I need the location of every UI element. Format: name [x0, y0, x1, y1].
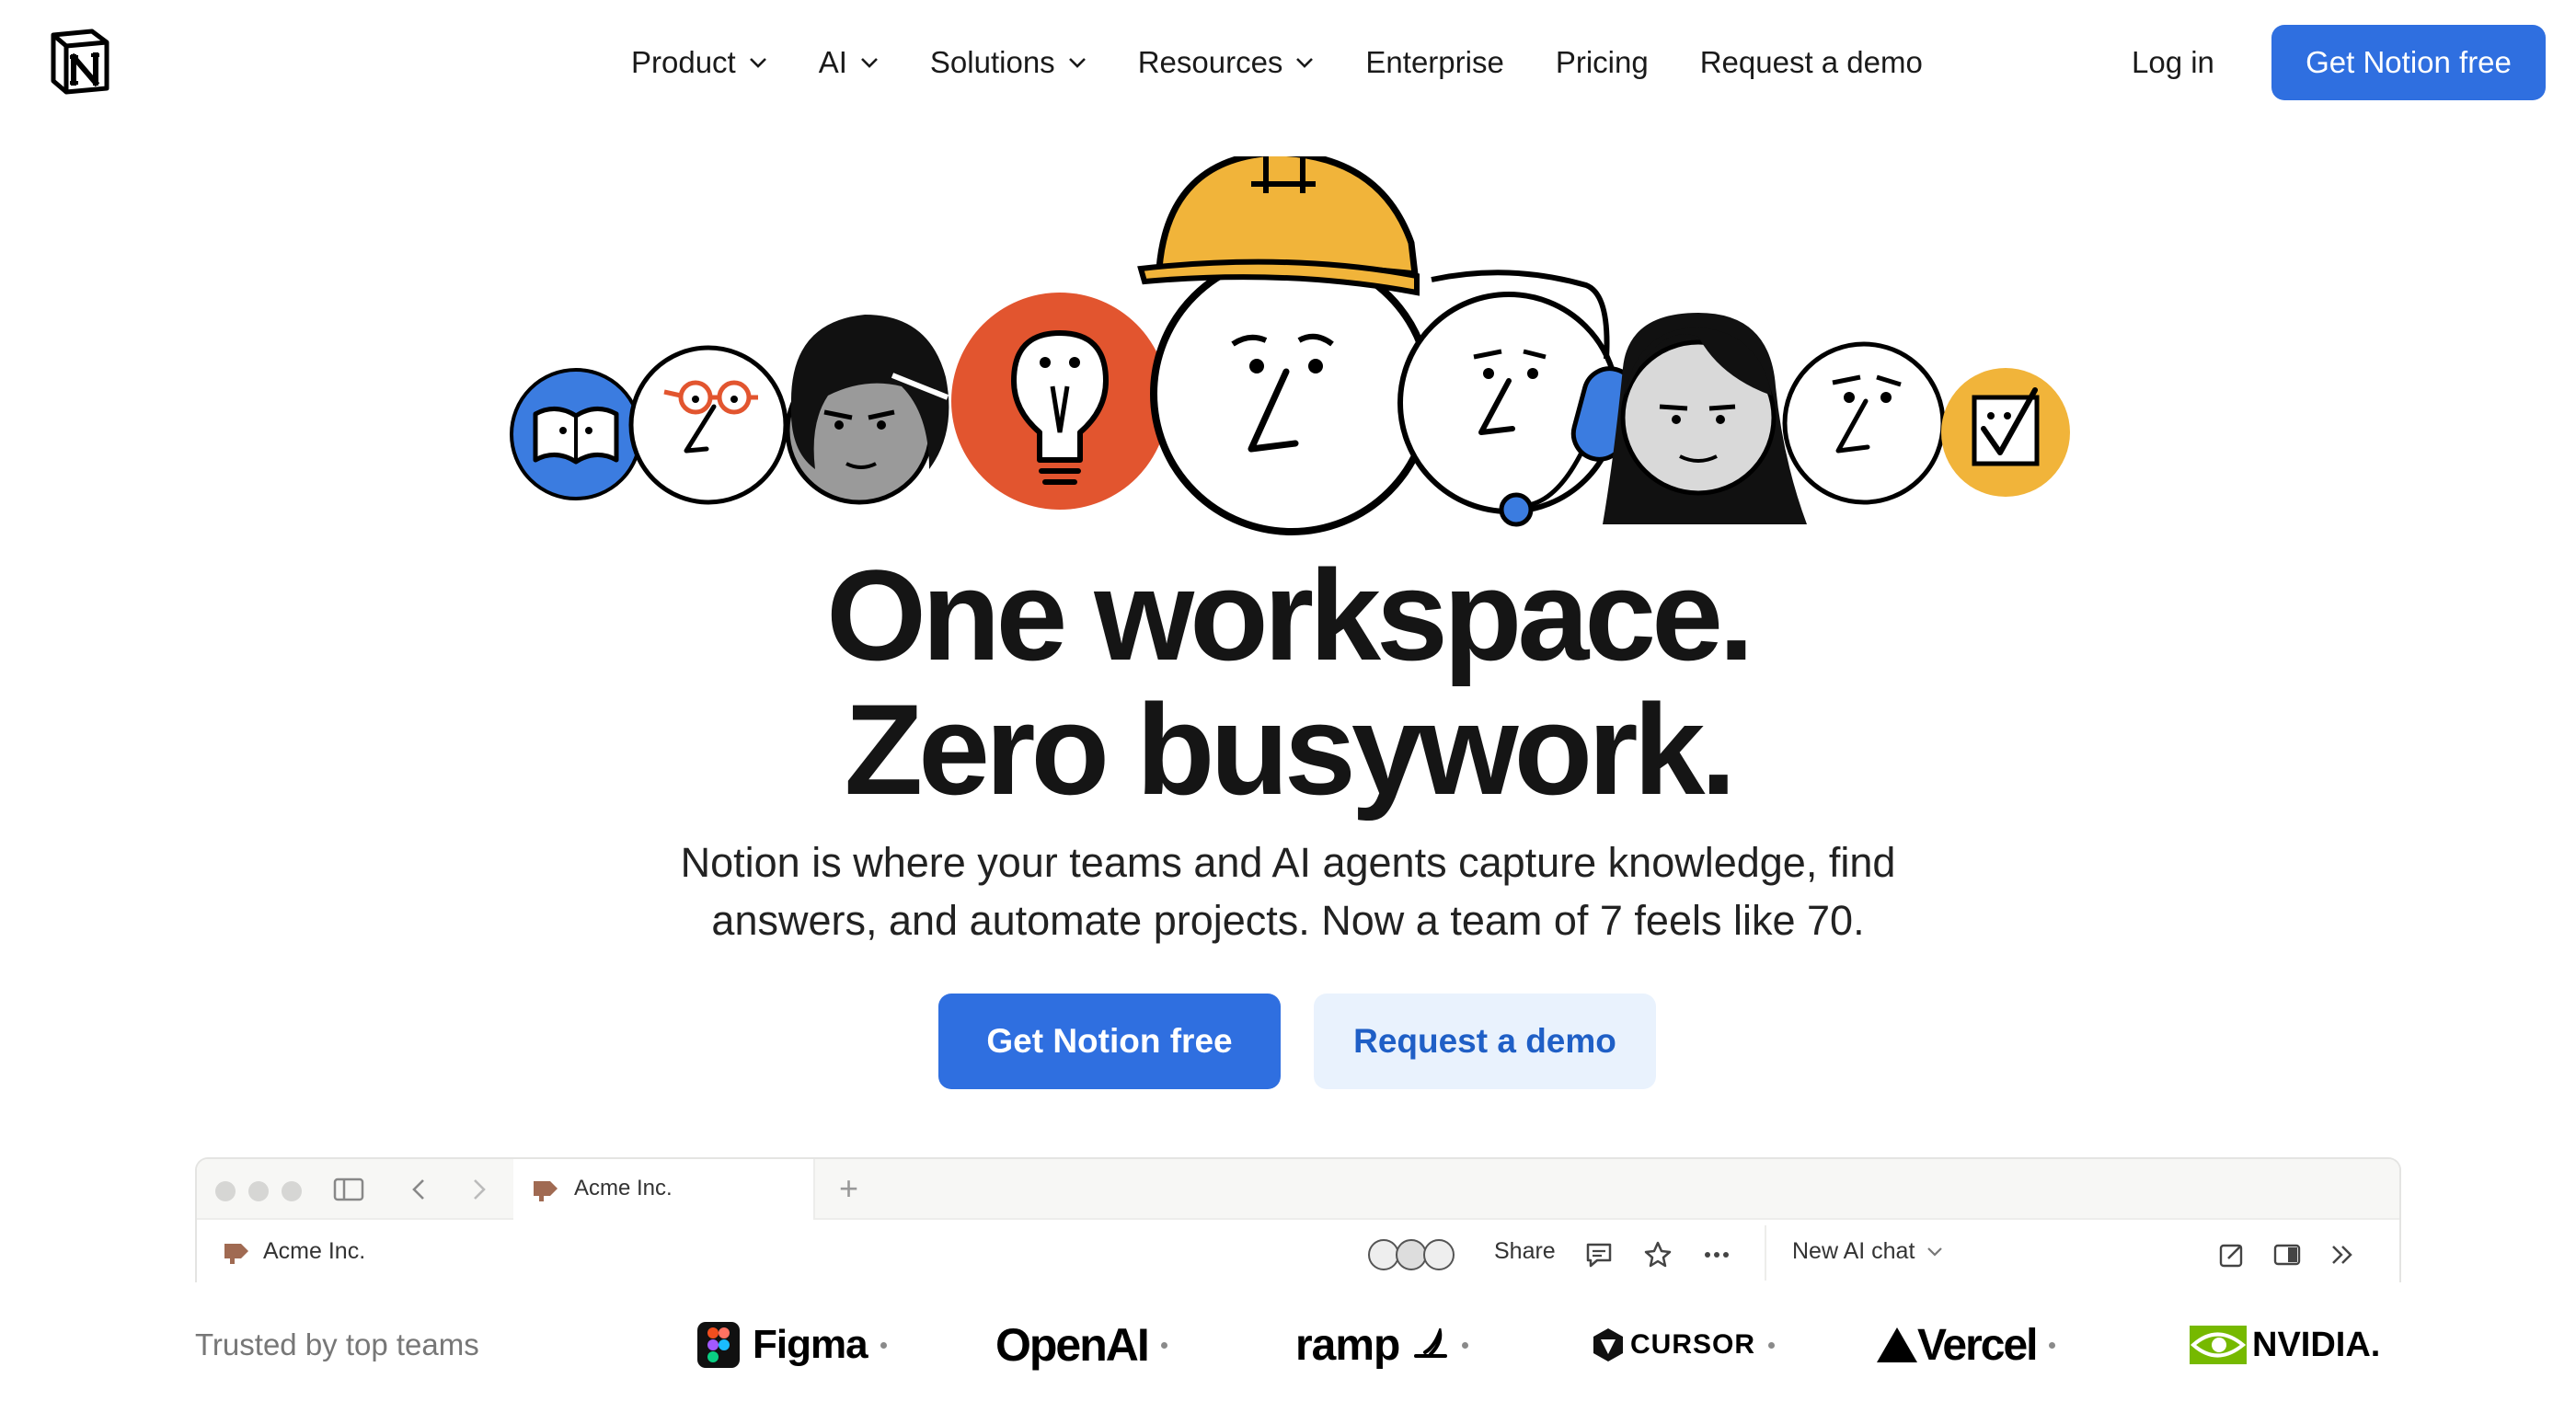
nvidia-eye-icon [2190, 1326, 2247, 1364]
separator-dot [2049, 1341, 2056, 1349]
nav-links: Product AI Solutions Resources Enterpris… [631, 40, 1923, 85]
nav-item-request-demo[interactable]: Request a demo [1700, 45, 1923, 80]
panel-toggle-icon[interactable] [2272, 1240, 2302, 1269]
brand-name: NVIDIA. [2252, 1325, 2381, 1364]
long-hair-woman-icon [1603, 313, 1807, 524]
brand-name: Vercel [1917, 1320, 2038, 1370]
subhead-line-2: answers, and automate projects. Now a te… [711, 897, 1865, 944]
app-tab-bar: Acme Inc. + [197, 1159, 2399, 1220]
hero-illustration [510, 156, 2070, 535]
top-nav: Product AI Solutions Resources Enterpris… [0, 0, 2576, 125]
hero-cta-row: Get Notion free Request a demo [0, 994, 2576, 1089]
hero-headline: One workspace. Zero busywork. [0, 548, 2576, 817]
figma-logo-icon [697, 1322, 740, 1368]
glasses-face-icon [628, 345, 788, 505]
headset-face-icon [1397, 270, 1639, 527]
plain-face-icon [1782, 341, 1946, 505]
chevron-down-icon [861, 58, 878, 68]
hard-hat-face-icon [1137, 156, 1433, 535]
share-button[interactable]: Share [1494, 1238, 1556, 1265]
headline-line-1: One workspace. [826, 543, 1754, 687]
chevron-down-icon [1068, 58, 1086, 68]
app-toolbar: Acme Inc. Share New AI chat [197, 1220, 2399, 1282]
nav-item-label: Request a demo [1699, 45, 1923, 79]
nav-item-resources[interactable]: Resources [1138, 45, 1315, 80]
hero-subhead: Notion is where your teams and AI agents… [552, 833, 2024, 949]
chevron-down-icon [1927, 1246, 1943, 1257]
window-close-dot[interactable] [215, 1181, 236, 1201]
cursor-logo-icon [1593, 1328, 1623, 1361]
headline-line-2: Zero busywork. [844, 677, 1737, 821]
login-link[interactable]: Log in [2132, 40, 2214, 85]
separator-dot [1768, 1341, 1776, 1349]
tab-acme-inc[interactable]: Acme Inc. [513, 1159, 815, 1220]
brand-name: CURSOR [1630, 1329, 1756, 1360]
forward-arrow-icon[interactable] [464, 1176, 495, 1203]
brand-name: ramp [1295, 1320, 1400, 1370]
curly-hair-person-icon [785, 315, 949, 505]
window-zoom-dot[interactable] [282, 1181, 302, 1201]
back-arrow-icon[interactable] [403, 1176, 434, 1203]
lightbulb-face-icon [951, 293, 1168, 510]
ramp-logo-icon [1414, 1328, 1448, 1358]
checkbox-face-icon [1941, 368, 2070, 497]
brand-name: OpenAI [995, 1319, 1150, 1371]
trusted-label: Trusted by top teams [195, 1327, 479, 1361]
more-options-icon[interactable] [1702, 1240, 1731, 1269]
nav-item-enterprise[interactable]: Enterprise [1365, 45, 1503, 80]
hero-get-notion-free-button[interactable]: Get Notion free [938, 994, 1281, 1089]
nav-item-solutions[interactable]: Solutions [930, 45, 1087, 80]
nav-item-label: AI [818, 45, 847, 79]
tab-label: Acme Inc. [574, 1176, 673, 1200]
chevron-down-icon [1296, 58, 1314, 68]
separator-dot [1160, 1341, 1167, 1349]
nav-item-product[interactable]: Product [631, 45, 767, 80]
signpost-icon [534, 1181, 558, 1201]
brand-ramp: ramp [1295, 1306, 1469, 1384]
breadcrumb[interactable]: Acme Inc. [263, 1238, 365, 1265]
app-preview-window: Acme Inc. + Acme Inc. Share New AI chat [195, 1157, 2401, 1282]
nav-item-label: Enterprise [1365, 45, 1504, 79]
nav-item-pricing[interactable]: Pricing [1556, 45, 1649, 80]
brand-cursor: CURSOR [1592, 1306, 1776, 1384]
vercel-triangle-icon [1877, 1327, 1917, 1362]
hero-request-demo-button[interactable]: Request a demo [1314, 994, 1656, 1089]
sidebar-toggle-icon[interactable] [333, 1176, 364, 1203]
separator-dot [880, 1341, 887, 1349]
brand-figma: Figma [697, 1306, 887, 1384]
new-ai-chat-dropdown[interactable]: New AI chat [1792, 1238, 1944, 1265]
signpost-icon [224, 1244, 248, 1264]
brand-openai: OpenAI [995, 1306, 1167, 1384]
chevron-down-icon [749, 58, 766, 68]
nav-item-label: Resources [1137, 45, 1283, 79]
nav-item-label: Solutions [929, 45, 1055, 79]
compose-icon[interactable] [2217, 1240, 2247, 1269]
book-face-icon [510, 368, 642, 500]
get-notion-free-button[interactable]: Get Notion free [2271, 25, 2546, 100]
nav-item-ai[interactable]: AI [819, 45, 879, 80]
toolbar-divider [1765, 1225, 1766, 1281]
collapse-chevrons-icon[interactable] [2328, 1240, 2357, 1269]
new-ai-chat-label: New AI chat [1792, 1238, 1915, 1264]
nav-item-label: Pricing [1555, 45, 1649, 79]
new-tab-plus-icon[interactable]: + [839, 1172, 858, 1205]
star-icon[interactable] [1643, 1240, 1673, 1269]
comment-icon[interactable] [1584, 1240, 1614, 1269]
notion-logo-icon[interactable] [48, 28, 112, 96]
separator-dot [1462, 1341, 1469, 1349]
brand-nvidia: NVIDIA. [2190, 1306, 2380, 1384]
nav-item-label: Product [631, 45, 736, 79]
window-minimize-dot[interactable] [248, 1181, 269, 1201]
collaborator-avatars[interactable] [1365, 1236, 1461, 1273]
brand-vercel: Vercel [1877, 1306, 2056, 1384]
subhead-line-1: Notion is where your teams and AI agents… [680, 839, 1896, 886]
brand-name: Figma [753, 1322, 868, 1367]
